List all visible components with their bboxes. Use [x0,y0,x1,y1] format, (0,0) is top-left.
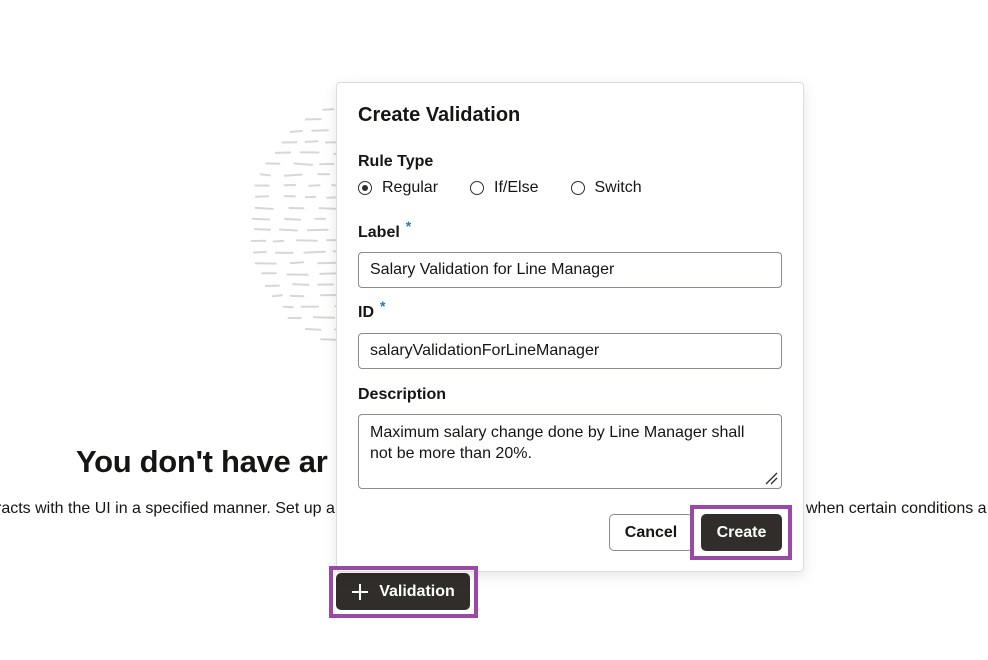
radio-switch-label: Switch [594,179,642,196]
description-textarea[interactable]: Maximum salary change done by Line Manag… [358,414,782,489]
add-validation-label: Validation [379,582,455,600]
required-marker: * [380,298,386,314]
required-marker: * [405,218,412,234]
rule-type-radio-group: Regular If/Else Switch [358,179,674,197]
radio-unselected-icon [570,181,585,195]
cancel-button[interactable]: Cancel [609,514,693,551]
radio-regular[interactable]: Regular [358,179,438,197]
empty-state-description-end: when certain conditions a [806,500,987,517]
radio-regular-label: Regular [382,179,439,196]
create-validation-dialog: Create Validation Rule Type Regular If/E… [336,82,804,572]
id-field-label: ID * [358,298,386,321]
radio-switch[interactable]: Switch [570,179,642,197]
label-input[interactable] [358,252,782,288]
description-field-label: Description [358,386,447,403]
radio-if-else[interactable]: If/Else [470,179,539,197]
rule-type-label: Rule Type [358,153,434,170]
empty-state-description: racts with the UI in a specified manner.… [0,500,335,517]
plus-icon [352,583,369,600]
radio-unselected-icon [470,181,485,195]
radio-selected-icon [358,181,372,195]
dialog-title: Create Validation [358,104,521,126]
page: You don't have ar racts with the UI in a… [0,0,988,660]
id-input[interactable] [358,333,782,369]
empty-state-heading: You don't have ar [76,444,328,479]
label-field-label: Label * [358,218,412,241]
add-validation-button[interactable]: Validation [336,573,470,610]
radio-if-else-label: If/Else [494,179,539,196]
resize-grip-icon[interactable] [764,471,778,485]
create-button[interactable]: Create [701,514,782,551]
